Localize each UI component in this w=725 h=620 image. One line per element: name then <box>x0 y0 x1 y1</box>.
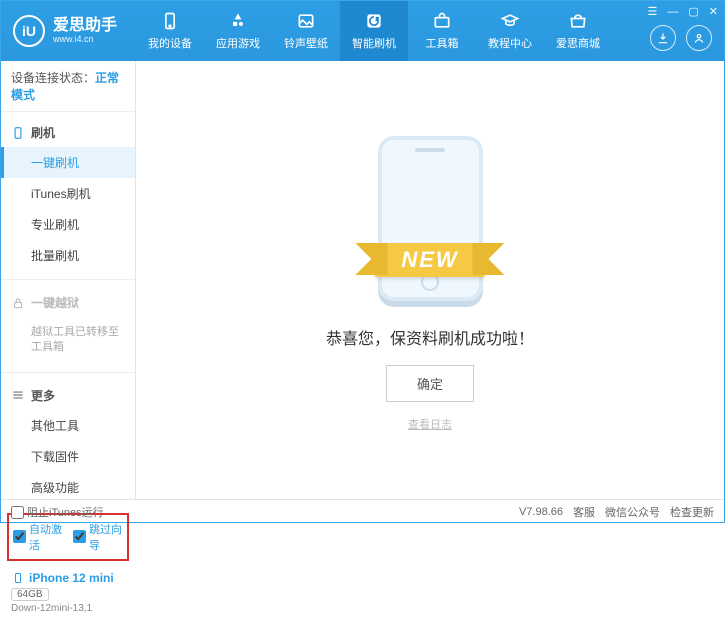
sidebar-item-itunes-flash[interactable]: iTunes刷机 <box>1 178 135 209</box>
nav-smart-flash[interactable]: 智能刷机 <box>340 1 408 61</box>
view-log-link[interactable]: 查看日志 <box>408 416 452 432</box>
nav-toolbox[interactable]: 工具箱 <box>408 1 476 61</box>
menu-icon[interactable]: ☰ <box>648 5 658 18</box>
confirm-button[interactable]: 确定 <box>386 365 474 402</box>
nav-tutorials[interactable]: 教程中心 <box>476 1 544 61</box>
block-itunes-checkbox[interactable]: 阻止iTunes运行 <box>11 504 104 520</box>
apps-icon <box>228 11 248 31</box>
jailbreak-title: 一键越狱 <box>1 288 135 317</box>
device-phone-icon <box>11 571 25 585</box>
sidebar-item-other-tools[interactable]: 其他工具 <box>1 410 135 441</box>
list-icon <box>11 388 25 402</box>
logo-icon: iU <box>13 15 45 47</box>
user-icon <box>692 31 706 45</box>
app-header: iU 爱思助手 www.i4.cn 我的设备 应用游戏 铃声壁纸 智能刷机 工具… <box>1 1 724 61</box>
app-url: www.i4.cn <box>53 34 117 44</box>
flash-title[interactable]: 刷机 <box>1 118 135 147</box>
flash-section: 刷机 一键刷机 iTunes刷机 专业刷机 批量刷机 <box>1 112 135 277</box>
sidebar-item-download-firmware[interactable]: 下载固件 <box>1 441 135 472</box>
success-message: 恭喜您，保资料刷机成功啦！ <box>326 325 534 349</box>
more-title[interactable]: 更多 <box>1 381 135 410</box>
download-icon <box>656 31 670 45</box>
minimize-icon[interactable]: — <box>667 6 678 18</box>
maximize-icon[interactable]: ▢ <box>688 5 698 18</box>
wechat-link[interactable]: 微信公众号 <box>605 504 660 520</box>
app-body: 设备连接状态：正常模式 刷机 一键刷机 iTunes刷机 专业刷机 批量刷机 一… <box>1 61 724 499</box>
user-button[interactable] <box>686 25 712 51</box>
refresh-icon <box>364 11 384 31</box>
skip-guide-checkbox[interactable]: 跳过向导 <box>73 521 123 553</box>
version-label: V7.98.66 <box>519 506 563 518</box>
main-content: NEW 恭喜您，保资料刷机成功啦！ 确定 查看日志 <box>136 61 724 499</box>
support-link[interactable]: 客服 <box>573 504 595 520</box>
nav-ringtone-wallpaper[interactable]: 铃声壁纸 <box>272 1 340 61</box>
store-icon <box>568 11 588 31</box>
success-illustration: NEW <box>325 129 535 309</box>
sidebar-item-oneclick-flash[interactable]: 一键刷机 <box>1 147 135 178</box>
device-model: Down-12mini-13,1 <box>11 603 125 614</box>
nav-my-device[interactable]: 我的设备 <box>136 1 204 61</box>
jailbreak-section: 一键越狱 越狱工具已转移至工具箱 <box>1 282 135 370</box>
more-section: 更多 其他工具 下载固件 高级功能 <box>1 375 135 509</box>
device-storage: 64GB <box>11 588 49 601</box>
nav-store[interactable]: 爱思商城 <box>544 1 612 61</box>
jailbreak-note: 越狱工具已转移至工具箱 <box>1 317 135 364</box>
phone-icon <box>160 11 180 31</box>
connected-device[interactable]: iPhone 12 mini 64GB Down-12mini-13,1 <box>1 565 135 620</box>
close-icon[interactable]: ✕ <box>709 5 718 18</box>
sidebar-item-advanced[interactable]: 高级功能 <box>1 472 135 503</box>
graduation-icon <box>500 11 520 31</box>
new-ribbon: NEW <box>375 243 484 277</box>
sidebar: 设备连接状态：正常模式 刷机 一键刷机 iTunes刷机 专业刷机 批量刷机 一… <box>1 61 136 499</box>
header-actions <box>650 25 712 51</box>
logo-area: iU 爱思助手 www.i4.cn <box>1 15 136 47</box>
nav-apps-games[interactable]: 应用游戏 <box>204 1 272 61</box>
lock-icon <box>11 296 25 310</box>
sidebar-item-pro-flash[interactable]: 专业刷机 <box>1 209 135 240</box>
sidebar-item-batch-flash[interactable]: 批量刷机 <box>1 240 135 271</box>
check-update-link[interactable]: 检查更新 <box>670 504 714 520</box>
auto-activate-checkbox[interactable]: 自动激活 <box>13 521 63 553</box>
toolbox-icon <box>432 11 452 31</box>
main-nav: 我的设备 应用游戏 铃声壁纸 智能刷机 工具箱 教程中心 爱思商城 <box>136 1 724 61</box>
window-controls: ☰ — ▢ ✕ <box>648 5 719 18</box>
phone-small-icon <box>11 126 25 140</box>
device-status: 设备连接状态：正常模式 <box>1 61 135 112</box>
download-button[interactable] <box>650 25 676 51</box>
app-name: 爱思助手 <box>53 18 117 34</box>
wallpaper-icon <box>296 11 316 31</box>
